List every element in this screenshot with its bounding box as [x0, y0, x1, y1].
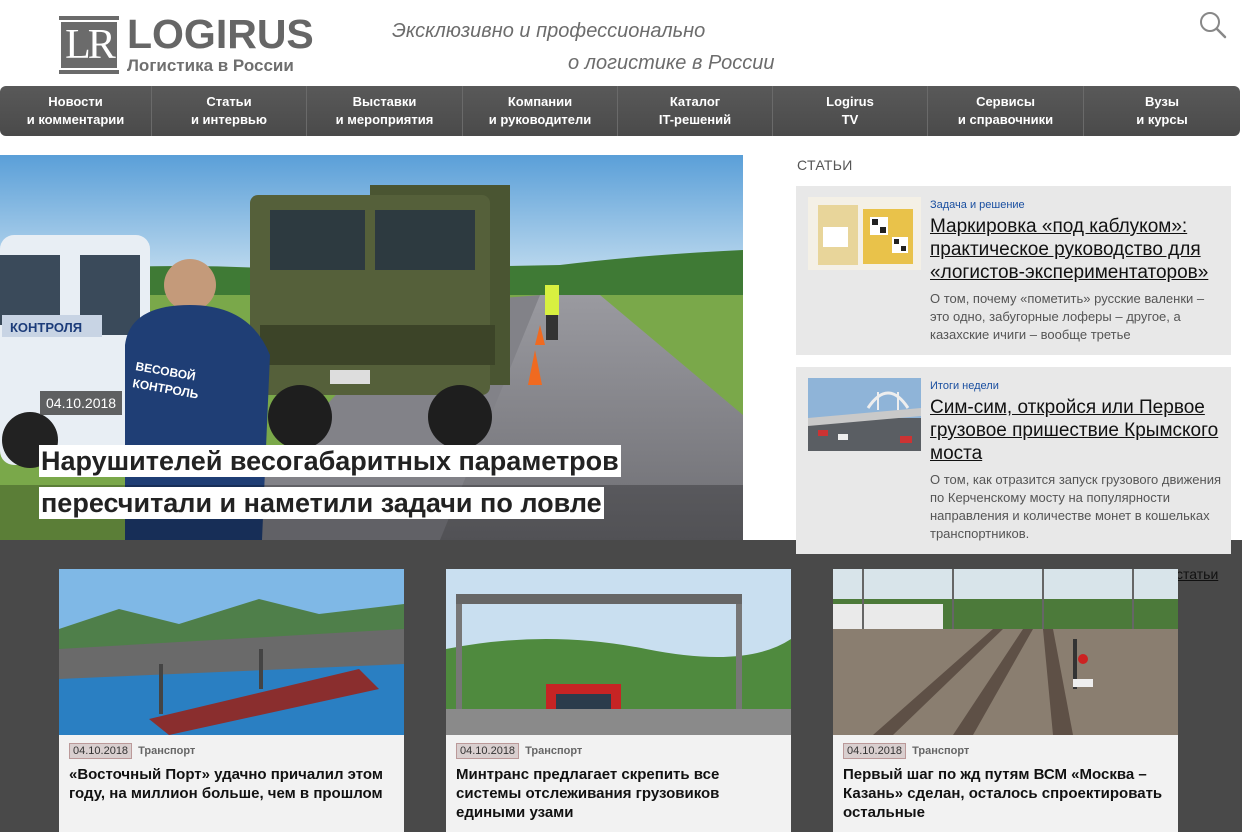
logo-subtitle: Логистика в России	[127, 56, 294, 75]
article-description: О том, почему «пометить» русские валенки…	[930, 291, 1205, 342]
article-description: О том, как отразится запуск грузового дв…	[930, 472, 1222, 541]
article-title-link[interactable]: Сим-сим, откройся или Первое грузовое пр…	[930, 396, 1226, 465]
news-card-tag[interactable]: Транспорт	[138, 745, 195, 757]
nav-label: и мероприятия	[335, 112, 434, 127]
nav-label: и справочники	[957, 112, 1054, 127]
news-card-title[interactable]: «Восточный Порт» удачно причалил этом го…	[69, 765, 394, 803]
nav-item-services[interactable]: Сервисы и справочники	[928, 86, 1084, 136]
slogan-line-2: о логистике в России	[568, 52, 775, 74]
news-card[interactable]: 04.10.2018 Транспорт «Восточный Порт» уд…	[59, 569, 404, 832]
nav-label: и курсы	[1136, 112, 1188, 127]
nav-item-exhibitions[interactable]: Выставки и мероприятия	[307, 86, 463, 136]
sidebar-article: Итоги недели Сим-сим, откройся или Перво…	[796, 367, 1231, 554]
logo-text: LOGIRUS Логистика в России	[127, 14, 314, 76]
nav-label: Сервисы	[976, 94, 1035, 109]
sidebar-heading: СТАТЬИ	[797, 157, 853, 173]
page: LR LOGIRUS Логистика в России Эксклюзивн…	[0, 0, 1242, 832]
nav-label: и интервью	[190, 112, 268, 127]
article-thumbnail[interactable]	[808, 197, 921, 270]
nav-label: Выставки	[352, 94, 417, 109]
news-card-title[interactable]: Минтранс предлагает скрепить все системы…	[456, 765, 781, 822]
nav-item-catalog[interactable]: Каталог IT-решений	[618, 86, 773, 136]
nav-label: Статьи	[206, 94, 252, 109]
nav-label: Каталог	[669, 94, 721, 109]
hero-title[interactable]: Нарушителей весогабаритных параметров пе…	[39, 440, 659, 524]
article-category[interactable]: Итоги недели	[930, 380, 999, 392]
search-icon[interactable]	[1198, 10, 1228, 40]
hero-date: 04.10.2018	[40, 391, 123, 415]
nav-label: Компании	[507, 94, 573, 109]
nav-item-universities[interactable]: Вузы и курсы	[1084, 86, 1240, 136]
slogan-line-1: Эксклюзивно и профессионально	[392, 20, 706, 42]
news-card-date: 04.10.2018	[843, 743, 907, 759]
article-category[interactable]: Задача и решение	[930, 199, 1025, 211]
news-card[interactable]: 04.10.2018 Транспорт Минтранс предлагает…	[446, 569, 791, 832]
news-card-title[interactable]: Первый шаг по жд путям ВСМ «Москва – Каз…	[843, 765, 1168, 822]
nav-item-companies[interactable]: Компании и руководители	[463, 86, 618, 136]
news-card[interactable]: 04.10.2018 Транспорт Первый шаг по жд пу…	[833, 569, 1178, 832]
site-logo[interactable]: LR LOGIRUS Логистика в России	[59, 14, 314, 76]
nav-label: Logirus	[826, 94, 874, 109]
nav-label: Вузы	[1144, 94, 1179, 109]
svg-text:КОНТРОЛЯ: КОНТРОЛЯ	[10, 320, 82, 335]
nav-label: Новости	[48, 94, 103, 109]
nav-label: TV	[841, 112, 859, 127]
nav-label: IT-решений	[658, 112, 732, 127]
news-card-meta: 04.10.2018 Транспорт	[456, 743, 582, 759]
news-card-image	[446, 569, 791, 735]
news-card-date: 04.10.2018	[456, 743, 520, 759]
nav-item-news[interactable]: Новости и комментарии	[0, 86, 152, 136]
article-thumbnail[interactable]	[808, 378, 921, 451]
hero-title-text: Нарушителей весогабаритных параметров пе…	[39, 445, 621, 519]
logo-name: LOGIRUS	[127, 11, 314, 57]
all-articles-link[interactable]: статьи	[1176, 566, 1218, 582]
news-card-meta: 04.10.2018 Транспорт	[69, 743, 195, 759]
logo-mark: LR	[59, 16, 119, 74]
nav-item-tv[interactable]: Logirus TV	[773, 86, 928, 136]
news-card-image	[833, 569, 1178, 735]
news-card-tag[interactable]: Транспорт	[912, 745, 969, 757]
sidebar-article: Задача и решение Маркировка «под каблуко…	[796, 186, 1231, 355]
nav-item-articles[interactable]: Статьи и интервью	[152, 86, 307, 136]
main-nav: Новости и комментарии Статьи и интервью …	[0, 86, 1240, 136]
nav-label: и комментарии	[26, 112, 125, 127]
news-card-image	[59, 569, 404, 735]
article-title-link[interactable]: Маркировка «под каблуком»: практическое …	[930, 215, 1226, 284]
news-card-tag[interactable]: Транспорт	[525, 745, 582, 757]
nav-label: и руководители	[488, 112, 592, 127]
news-card-date: 04.10.2018	[69, 743, 133, 759]
news-card-meta: 04.10.2018 Транспорт	[843, 743, 969, 759]
